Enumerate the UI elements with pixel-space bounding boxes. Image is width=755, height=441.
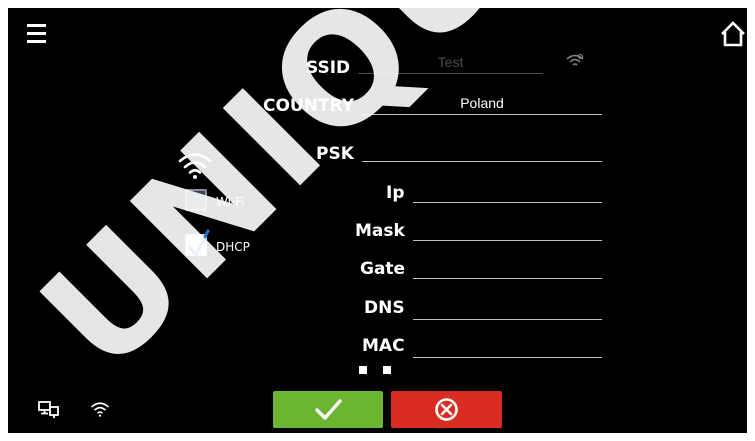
checkmark-icon [188,229,210,257]
mac-field[interactable] [413,338,602,358]
mask-label: Mask [355,221,405,241]
wifi-status-icon[interactable] [90,401,110,417]
home-icon[interactable] [719,20,747,48]
ssid-field[interactable]: Test [358,54,543,74]
dns-field[interactable] [413,300,602,320]
checkmark-icon [315,399,342,420]
page-frame: SSID Test COUNTRY Poland PSK Wi-Fi DHCP … [0,0,755,441]
gate-field[interactable] [413,259,602,279]
psk-field[interactable] [362,142,602,162]
page-indicator-1[interactable] [359,366,367,374]
dns-label: DNS [364,298,405,318]
gate-label: Gate [360,259,406,279]
mac-label: MAC [362,336,405,356]
wifi-checkbox-label: Wi-Fi [216,195,245,209]
ssid-label: SSID [306,58,351,78]
cancel-button[interactable] [391,391,502,428]
wifi-icon [178,153,212,179]
cancel-icon [435,398,458,421]
wifi-search-icon[interactable] [565,53,585,69]
country-field[interactable]: Poland [362,95,602,115]
menu-icon[interactable] [27,24,46,44]
ip-label: Ip [386,183,405,203]
dhcp-checkbox[interactable] [185,229,210,257]
mask-field[interactable] [413,221,602,241]
country-label: COUNTRY [263,96,355,116]
psk-label: PSK [316,144,354,164]
ip-field[interactable] [413,183,602,203]
dhcp-checkbox-label: DHCP [216,240,250,254]
page-indicator-2[interactable] [383,366,391,374]
wifi-checkbox[interactable] [185,189,207,211]
network-icon[interactable] [38,401,60,419]
device-screen: SSID Test COUNTRY Poland PSK Wi-Fi DHCP … [8,8,747,433]
confirm-button[interactable] [273,391,383,428]
